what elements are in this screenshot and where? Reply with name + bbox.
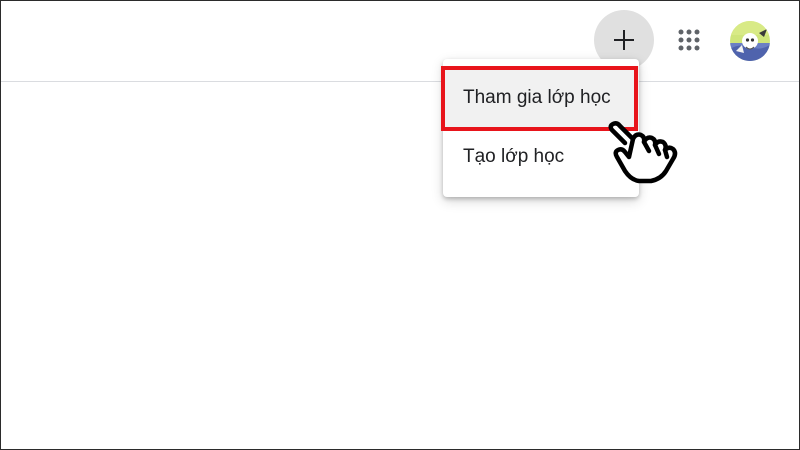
google-apps-button[interactable] [667,18,711,62]
apps-grid-icon [678,29,700,51]
menu-item-label: Tạo lớp học [463,146,565,167]
menu-item-create-class[interactable]: Tạo lớp học [443,127,639,187]
classroom-page: Tham gia lớp học Tạo lớp học [0,0,800,450]
top-app-bar [1,1,799,82]
menu-item-join-class[interactable]: Tham gia lớp học [443,66,639,130]
menu-item-label: Tham gia lớp học [463,87,611,108]
add-class-menu: Tham gia lớp học Tạo lớp học [443,59,639,197]
user-avatar-image [730,21,770,61]
plus-icon [614,30,634,50]
account-avatar[interactable] [730,21,770,61]
